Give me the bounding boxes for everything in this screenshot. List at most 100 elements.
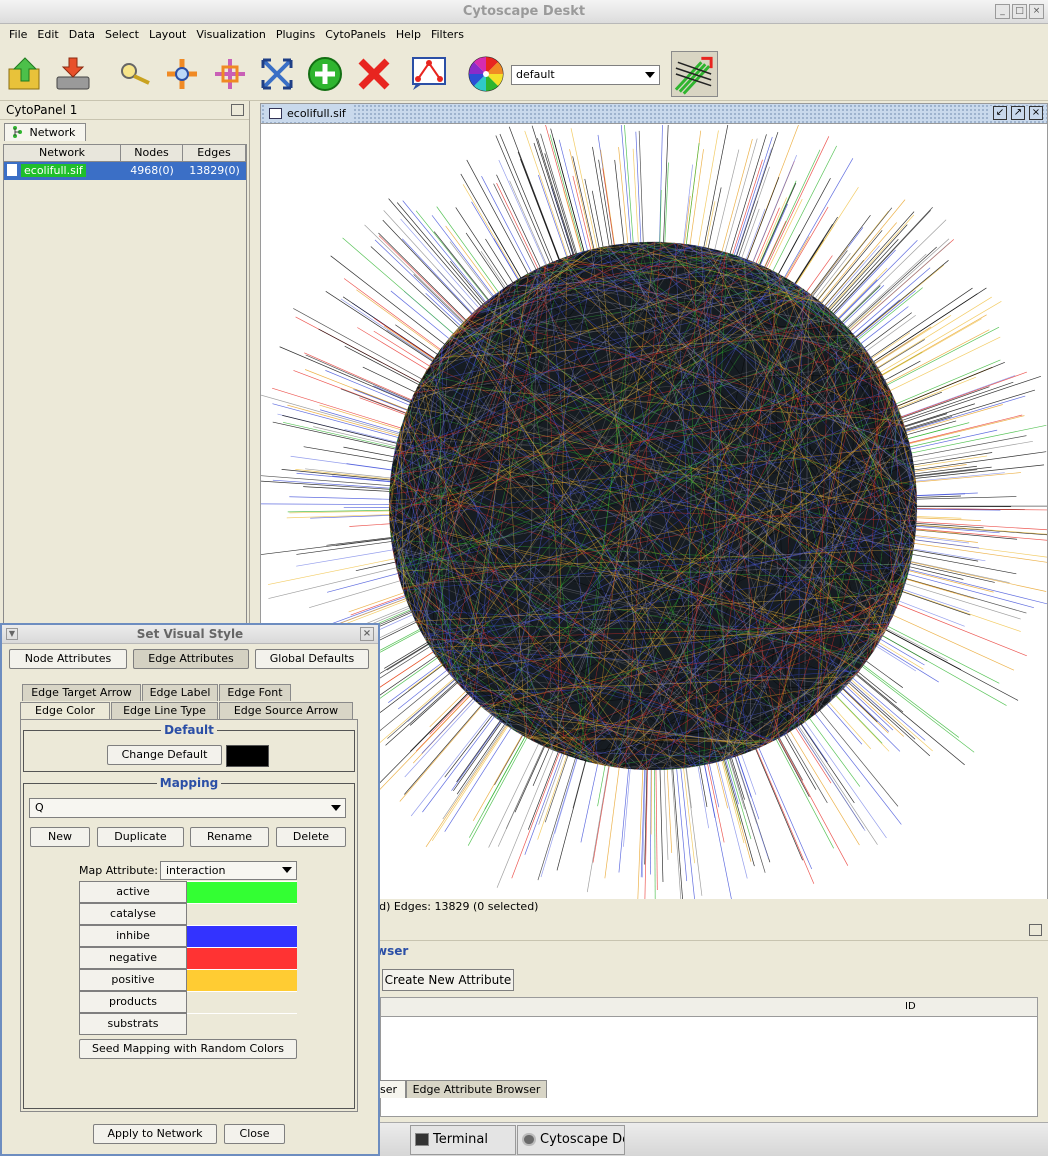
zoom-icon[interactable] <box>115 55 153 93</box>
zoom-in-icon[interactable] <box>163 55 201 93</box>
mapping-key-button[interactable]: catalyse <box>79 903 187 925</box>
mapping-key-button[interactable]: active <box>79 881 187 903</box>
tab-edge-source-arrow[interactable]: Edge Source Arrow <box>219 702 353 719</box>
mapping-color-cell[interactable] <box>187 925 297 947</box>
table-row[interactable]: ecolifull.sif 4968(0) 13829(0) <box>4 162 246 180</box>
apply-to-network-button[interactable]: Apply to Network <box>93 1124 217 1144</box>
float-panel-icon[interactable] <box>231 104 244 116</box>
duplicate-mapping-button[interactable]: Duplicate <box>97 827 184 847</box>
zoom-fit-icon[interactable] <box>258 55 296 93</box>
mapping-key-button[interactable]: positive <box>79 969 187 991</box>
edge-line <box>851 670 965 766</box>
visual-style-dropdown[interactable]: default <box>511 65 660 85</box>
add-node-icon[interactable] <box>306 55 344 93</box>
tab-edge-attribute-browser[interactable]: Edge Attribute Browser <box>406 1080 547 1098</box>
edge-line <box>637 763 644 901</box>
menu-filters[interactable]: Filters <box>426 25 469 45</box>
chevron-down-icon[interactable]: ▼ <box>6 628 18 640</box>
edge-line <box>309 578 406 609</box>
menu-cytopanels[interactable]: CytoPanels <box>320 25 391 45</box>
column-header-edges[interactable]: Edges <box>183 145 246 162</box>
float-panel-icon[interactable] <box>1029 924 1042 936</box>
tab-edge-label[interactable]: Edge Label <box>142 684 218 701</box>
mapping-color-cell[interactable] <box>187 903 297 925</box>
menu-data[interactable]: Data <box>64 25 100 45</box>
mapping-key-button[interactable]: substrats <box>79 1013 187 1035</box>
menu-edit[interactable]: Edit <box>32 25 63 45</box>
zoom-out-icon[interactable] <box>211 55 249 93</box>
edge-line <box>272 421 402 451</box>
menu-layout[interactable]: Layout <box>144 25 191 45</box>
mapping-selector[interactable]: Q <box>29 798 346 818</box>
edge-attributes-button[interactable]: Edge Attributes <box>133 649 249 669</box>
tab-edge-color[interactable]: Edge Color <box>20 702 110 719</box>
maximize-button[interactable]: □ <box>1012 4 1027 19</box>
column-header-nodes[interactable]: Nodes <box>121 145 183 162</box>
close-icon[interactable]: × <box>360 627 374 641</box>
mapping-key-button[interactable]: products <box>79 991 187 1013</box>
menu-select[interactable]: Select <box>100 25 144 45</box>
delete-icon[interactable] <box>355 55 393 93</box>
close-window-button[interactable]: × <box>1029 4 1044 19</box>
edge-line <box>340 388 412 416</box>
edge-line <box>902 572 1034 609</box>
tab-edge-font[interactable]: Edge Font <box>219 684 291 701</box>
column-header-id[interactable]: ID <box>381 998 1037 1017</box>
global-defaults-button[interactable]: Global Defaults <box>255 649 369 669</box>
edge-line <box>404 696 479 778</box>
color-wheel-icon[interactable] <box>467 55 505 93</box>
delete-mapping-button[interactable]: Delete <box>276 827 346 847</box>
mapping-row: inhibe <box>79 925 297 947</box>
iconify-icon[interactable]: ↙ <box>993 106 1007 120</box>
tab-node-attribute-browser[interactable]: ser <box>380 1080 406 1098</box>
maximize-icon[interactable]: ↗ <box>1011 106 1025 120</box>
mapping-row: active <box>79 881 297 903</box>
seed-random-colors-button[interactable]: Seed Mapping with Random Colors <box>79 1039 297 1059</box>
mapping-color-cell[interactable] <box>187 969 297 991</box>
edge-line <box>456 719 509 795</box>
taskbar-item-cytoscape[interactable]: Cytoscape De <box>517 1125 625 1155</box>
node-attributes-button[interactable]: Node Attributes <box>9 649 127 669</box>
network-view-titlebar: ecolifull.sif ↙ ↗ × <box>261 104 1047 124</box>
save-session-icon[interactable] <box>54 55 92 93</box>
edge-line <box>342 237 458 338</box>
minimize-button[interactable]: _ <box>995 4 1010 19</box>
change-default-button[interactable]: Change Default <box>107 745 222 765</box>
edge-line <box>600 149 616 251</box>
attribute-table: ID <box>380 997 1038 1117</box>
edge-line <box>844 238 950 334</box>
new-mapping-button[interactable]: New <box>30 827 90 847</box>
map-attribute-dropdown[interactable]: interaction <box>160 861 297 880</box>
mapping-color-cell[interactable] <box>187 947 297 969</box>
mapping-key-button[interactable]: inhibe <box>79 925 187 947</box>
edge-line <box>773 734 834 849</box>
mapping-color-cell[interactable] <box>187 1013 297 1035</box>
menu-visualization[interactable]: Visualization <box>191 25 270 45</box>
edge-line <box>356 289 445 355</box>
default-color-swatch[interactable] <box>226 745 269 767</box>
create-new-attribute-button[interactable]: Create New Attribute <box>382 969 514 991</box>
discrete-mapping-table: active catalyse inhibe negative positive prod… <box>79 881 297 1035</box>
close-icon[interactable]: × <box>1029 106 1043 120</box>
map-attribute-value: interaction <box>166 864 226 877</box>
mapping-color-cell[interactable] <box>187 991 297 1013</box>
open-session-icon[interactable] <box>6 55 44 93</box>
edge-line <box>706 758 725 843</box>
edge-line <box>624 125 635 249</box>
close-dialog-button[interactable]: Close <box>224 1124 285 1144</box>
tab-network[interactable]: Network <box>4 123 86 141</box>
menu-file[interactable]: File <box>4 25 32 45</box>
vizmapper-icon[interactable] <box>410 55 448 93</box>
tab-edge-target-arrow[interactable]: Edge Target Arrow <box>22 684 141 701</box>
rename-mapping-button[interactable]: Rename <box>190 827 269 847</box>
edge-bundle-button[interactable] <box>671 51 718 97</box>
edge-line <box>431 721 512 842</box>
taskbar-item-terminal[interactable]: Terminal <box>410 1125 516 1155</box>
tab-edge-line-type[interactable]: Edge Line Type <box>111 702 218 719</box>
mapping-color-cell[interactable] <box>187 881 297 903</box>
column-header-network[interactable]: Network <box>4 145 121 162</box>
menu-plugins[interactable]: Plugins <box>271 25 320 45</box>
edge-line <box>910 527 1047 541</box>
menu-help[interactable]: Help <box>391 25 426 45</box>
mapping-key-button[interactable]: negative <box>79 947 187 969</box>
